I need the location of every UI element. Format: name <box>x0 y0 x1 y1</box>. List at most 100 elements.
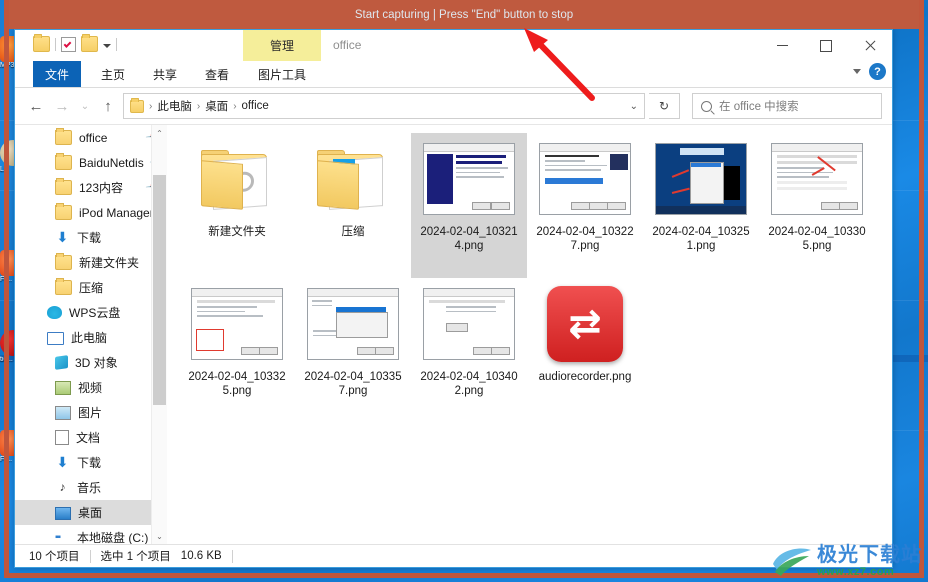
close-button[interactable] <box>848 30 892 61</box>
tab-view[interactable]: 查看 <box>191 61 243 87</box>
nav-item-label: 本地磁盘 (C:) <box>77 531 149 544</box>
nav-item-label: 桌面 <box>78 506 103 520</box>
nav-item-11[interactable]: 图片 <box>15 400 167 425</box>
file-thumbnail <box>189 137 285 221</box>
file-item[interactable]: 2024-02-04_103357.png <box>295 278 411 423</box>
minimize-button[interactable] <box>760 30 804 61</box>
file-item[interactable]: 压缩 <box>295 133 411 278</box>
search-input[interactable]: 在 office 中搜索 <box>692 93 882 119</box>
nav-item-2[interactable]: 123内容📌 <box>15 175 167 200</box>
file-thumbnail <box>305 282 401 366</box>
file-item[interactable]: 2024-02-04_103251.png <box>643 133 759 278</box>
tab-file[interactable]: 文件 <box>33 61 81 87</box>
folder-icon <box>55 278 72 295</box>
breadcrumb-this-pc[interactable]: 此电脑 <box>157 98 192 114</box>
nav-item-label: WPS云盘 <box>69 306 121 320</box>
nav-item-0[interactable]: office📌 <box>15 125 167 150</box>
screenshot-thumbnail <box>423 143 515 215</box>
nav-item-10[interactable]: 视频 <box>15 375 167 400</box>
back-button[interactable]: ← <box>25 95 47 117</box>
chevron-down-icon[interactable] <box>853 69 861 74</box>
breadcrumb-desktop[interactable]: 桌面 <box>205 98 228 114</box>
file-item[interactable]: 2024-02-04_103402.png <box>411 278 527 423</box>
chevron-down-icon[interactable]: ⌄ <box>630 101 638 112</box>
tab-home[interactable]: 主页 <box>87 61 139 87</box>
breadcrumb-office[interactable]: office <box>242 100 269 112</box>
file-item[interactable]: ⇄ audiorecorder.png <box>527 278 643 423</box>
folder-icon <box>55 178 72 195</box>
quick-access-toolbar <box>33 34 117 52</box>
refresh-button[interactable]: ↻ <box>649 93 680 119</box>
tab-picture-tools[interactable]: 图片工具 <box>243 61 321 87</box>
nav-item-16[interactable]: ▪▪ 本地磁盘 (C:) <box>15 525 167 544</box>
app-icon: ⇄ <box>547 286 623 362</box>
nav-item-14[interactable]: ♪ 音乐 <box>15 475 167 500</box>
ribbon-help-group: ? <box>853 63 886 80</box>
breadcrumb-separator: › <box>149 100 153 112</box>
nav-item-5[interactable]: 新建文件夹 <box>15 250 167 275</box>
scrollbar-thumb[interactable] <box>153 175 166 405</box>
nav-item-1[interactable]: BaiduNetdis📌 <box>15 150 167 175</box>
nav-item-12[interactable]: 文档 <box>15 425 167 450</box>
folder-icon <box>55 128 72 145</box>
divider <box>89 549 91 563</box>
file-item[interactable]: 2024-02-04_103325.png <box>179 278 295 423</box>
file-item[interactable]: 2024-02-04_103227.png <box>527 133 643 278</box>
help-icon[interactable]: ? <box>869 63 886 80</box>
nav-item-8[interactable]: 此电脑 <box>15 325 167 350</box>
scroll-down-button[interactable]: ⌄ <box>152 528 167 544</box>
breadcrumb-separator: › <box>196 100 201 112</box>
file-item[interactable]: 2024-02-04_103305.png <box>759 133 875 278</box>
nav-item-label: 音乐 <box>77 481 102 495</box>
nav-item-label: 文档 <box>76 431 101 445</box>
nav-item-9[interactable]: 3D 对象 <box>15 350 167 375</box>
file-name: 2024-02-04_103214.png <box>420 226 518 252</box>
file-item[interactable]: 新建文件夹 <box>179 133 295 278</box>
nav-item-label: 123内容 <box>79 181 124 195</box>
screenshot-thumbnail <box>539 143 631 215</box>
title-bar: 管理 office <box>15 30 892 61</box>
folder-icon <box>55 253 72 270</box>
search-placeholder: 在 office 中搜索 <box>719 101 799 113</box>
up-button[interactable]: ↑ <box>97 95 119 117</box>
pictures-icon <box>55 405 71 420</box>
nav-item-15[interactable]: 桌面 <box>15 500 167 525</box>
nav-item-4[interactable]: ⬇ 下载 <box>15 225 167 250</box>
nav-item-6[interactable]: 压缩 <box>15 275 167 300</box>
chevron-down-icon[interactable] <box>103 44 111 48</box>
video-icon <box>55 380 71 395</box>
screenshot-thumbnail <box>655 143 747 215</box>
watermark-url: www.xz7.com <box>817 565 895 578</box>
checkbox-icon[interactable] <box>61 36 76 52</box>
capture-banner-text: Start capturing | Press "End" button to … <box>354 8 574 21</box>
nav-item-label: 3D 对象 <box>75 356 118 370</box>
file-thumbnail <box>769 137 865 221</box>
contextual-tab-group: 管理 <box>243 30 321 61</box>
file-thumbnail <box>305 137 401 221</box>
nav-item-label: office <box>79 130 108 145</box>
folder-icon <box>130 97 144 113</box>
address-bar[interactable]: › 此电脑 › 桌面 › office ⌄ <box>123 93 645 119</box>
file-name: 压缩 <box>341 226 365 238</box>
file-name: audiorecorder.png <box>538 371 632 383</box>
tab-share[interactable]: 共享 <box>139 61 191 87</box>
forward-button[interactable]: → <box>51 95 73 117</box>
new-folder-icon[interactable] <box>81 34 98 52</box>
nav-item-label: 此电脑 <box>71 331 108 345</box>
recent-locations-button[interactable]: ⌄ <box>77 95 93 117</box>
navigation-scrollbar[interactable]: ⌃ ⌄ <box>151 125 167 544</box>
folder-icon[interactable] <box>33 34 50 52</box>
maximize-button[interactable] <box>804 30 848 61</box>
breadcrumb-separator: › <box>233 100 237 112</box>
file-item[interactable]: 2024-02-04_103214.png <box>411 133 527 278</box>
nav-item-7[interactable]: WPS云盘 <box>15 300 167 325</box>
nav-item-3[interactable]: iPod Manager <box>15 200 167 225</box>
navigation-bar: ← → ⌄ ↑ › 此电脑 › 桌面 › office ⌄ ↻ 在 office… <box>15 88 892 124</box>
divider <box>231 549 233 563</box>
scroll-up-button[interactable]: ⌃ <box>152 125 167 141</box>
watermark: 极光下载站 www.xz7.com <box>769 544 922 578</box>
file-name: 新建文件夹 <box>208 226 266 238</box>
file-name: 2024-02-04_103251.png <box>652 226 750 252</box>
file-list-view[interactable]: 新建文件夹 压缩 2024-02-04_103214.png 2024-02-0… <box>167 125 892 544</box>
nav-item-13[interactable]: ⬇ 下载 <box>15 450 167 475</box>
